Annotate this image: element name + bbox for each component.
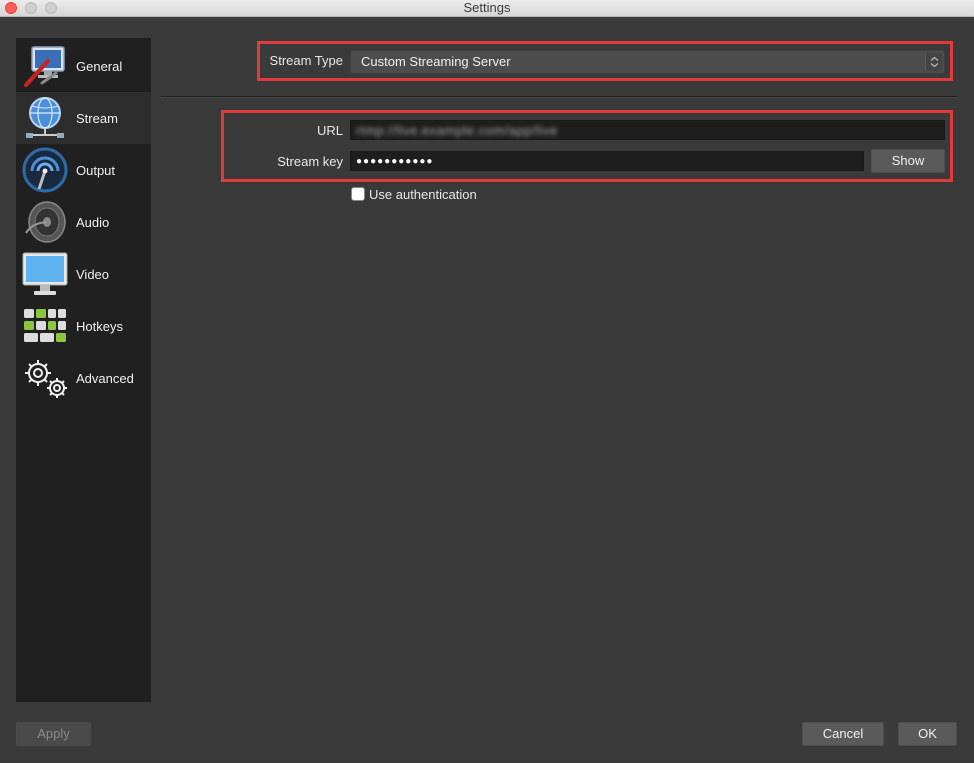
url-field[interactable]: rtmp://live.example.com/app/live xyxy=(350,120,945,140)
apply-button[interactable]: Apply xyxy=(16,722,91,746)
sidebar-item-label: Advanced xyxy=(76,371,134,386)
keyboard-icon xyxy=(22,303,68,349)
stream-key-value: ●●●●●●●●●●● xyxy=(356,156,434,167)
sidebar-item-label: Output xyxy=(76,163,116,178)
url-value: rtmp://live.example.com/app/live xyxy=(356,123,558,138)
settings-sidebar: General Stream Output Audio Video Hotkey… xyxy=(16,38,151,702)
title-bar: Settings xyxy=(0,0,974,17)
sidebar-item-advanced[interactable]: Advanced xyxy=(16,352,151,404)
stream-key-field[interactable]: ●●●●●●●●●●● xyxy=(350,151,864,171)
globe-network-icon xyxy=(22,95,68,141)
sidebar-item-label: Stream xyxy=(76,111,118,126)
section-divider xyxy=(161,96,958,98)
monitor-icon xyxy=(22,251,68,297)
stream-key-label: Stream key xyxy=(277,154,343,169)
stream-type-select[interactable]: Custom Streaming Server xyxy=(350,50,945,74)
stream-type-value: Custom Streaming Server xyxy=(361,54,511,69)
sidebar-item-label: Video xyxy=(76,267,110,282)
use-authentication-checkbox[interactable] xyxy=(351,187,365,201)
sidebar-item-stream[interactable]: Stream xyxy=(16,92,151,144)
updown-arrows-icon xyxy=(925,53,942,71)
speaker-icon xyxy=(22,199,68,245)
show-key-button[interactable]: Show xyxy=(871,149,945,173)
output-broadcast-icon xyxy=(22,147,68,193)
window-title: Settings xyxy=(463,0,511,15)
sidebar-item-hotkeys[interactable]: Hotkeys xyxy=(16,300,151,352)
general-icon xyxy=(22,43,68,89)
sidebar-item-output[interactable]: Output xyxy=(16,144,151,196)
ok-button[interactable]: OK xyxy=(898,722,957,746)
sidebar-item-label: Audio xyxy=(76,215,110,230)
gears-icon xyxy=(22,355,68,401)
sidebar-item-label: General xyxy=(76,59,123,74)
cancel-button[interactable]: Cancel xyxy=(802,722,884,746)
sidebar-item-general[interactable]: General xyxy=(16,40,151,92)
sidebar-item-label: Hotkeys xyxy=(76,319,123,334)
url-label: URL xyxy=(316,123,343,138)
use-authentication-label[interactable]: Use authentication xyxy=(369,187,477,202)
sidebar-item-audio[interactable]: Audio xyxy=(16,196,151,248)
sidebar-item-video[interactable]: Video xyxy=(16,248,151,300)
stream-type-label: Stream Type xyxy=(269,53,343,68)
